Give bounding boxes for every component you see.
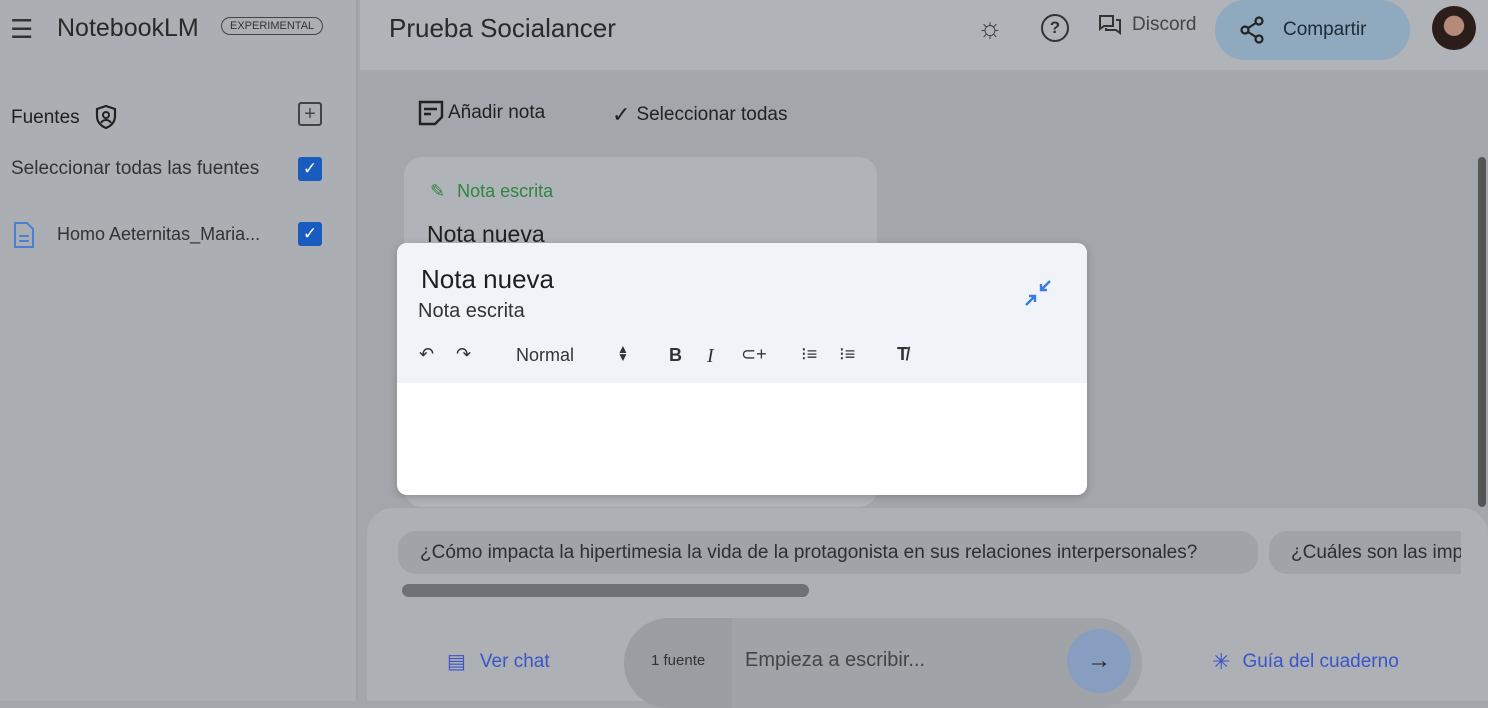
header: Prueba Socialancer ☼ ? Discord Compartir	[360, 0, 1488, 72]
note-editor-modal: Nota nueva Nota escrita ↶ ↷ Normal ▲ ▼ B …	[397, 243, 1087, 495]
share-label: Compartir	[1283, 19, 1367, 40]
chat-input[interactable]: Empieza a escribir...	[745, 649, 925, 672]
chat-icon: ▤	[447, 651, 466, 673]
modal-title[interactable]: Nota nueva	[421, 264, 554, 295]
document-icon	[12, 221, 36, 254]
suggestions-scrollbar[interactable]	[402, 584, 809, 597]
share-icon	[1240, 16, 1264, 44]
share-button[interactable]: Compartir	[1215, 0, 1410, 60]
select-all-sources-label: Seleccionar todas las fuentes	[11, 158, 260, 179]
view-chat-label: Ver chat	[479, 650, 550, 672]
suggestion-chip[interactable]: ¿Cuáles son las imp	[1269, 531, 1461, 574]
modal-subtitle: Nota escrita	[418, 300, 525, 322]
sources-title: Fuentes	[11, 107, 80, 128]
undo-icon[interactable]: ↶	[419, 344, 434, 365]
select-all-notes-label: Seleccionar todas	[636, 104, 788, 125]
numbered-list-icon[interactable]: ⁝≡	[801, 344, 817, 365]
forum-icon	[1099, 15, 1121, 35]
shield-icon	[94, 104, 118, 135]
redo-icon[interactable]: ↷	[456, 344, 471, 365]
note-type: Nota escrita	[457, 181, 554, 201]
bullet-list-icon[interactable]: ⁝≡	[839, 344, 855, 365]
view-chat-button[interactable]: ▤ Ver chat	[447, 649, 550, 674]
select-arrows-icon[interactable]: ▲ ▼	[617, 343, 629, 363]
check-icon: ✓	[612, 102, 631, 127]
source-checkbox[interactable]: ✓	[298, 222, 322, 246]
add-source-button[interactable]: +	[298, 102, 322, 126]
sparkle-icon: ✳	[1212, 649, 1231, 674]
note-add-icon	[418, 100, 444, 126]
discord-button[interactable]: Discord	[1098, 14, 1196, 36]
chat-panel: ¿Cómo impacta la hipertimesia la vida de…	[367, 508, 1488, 708]
link-icon[interactable]: ⊂+	[741, 344, 767, 365]
collapse-icon[interactable]	[1023, 278, 1053, 313]
theme-icon[interactable]: ☼	[972, 10, 1008, 46]
note-body-editor[interactable]	[397, 383, 1087, 495]
app-logo: NotebookLM	[57, 14, 199, 42]
pencil-icon: ✎	[430, 181, 446, 201]
experimental-badge: EXPERIMENTAL	[221, 17, 324, 35]
clear-format-icon[interactable]: T̸	[897, 344, 908, 365]
notebook-guide-label: Guía del cuaderno	[1242, 651, 1399, 672]
source-count[interactable]: 1 fuente	[651, 652, 705, 669]
sidebar: ☰ NotebookLM EXPERIMENTAL Fuentes + Sele…	[0, 0, 358, 701]
bold-icon[interactable]: B	[669, 345, 682, 366]
notebook-guide-button[interactable]: ✳ Guía del cuaderno	[1212, 649, 1399, 675]
select-all-notes-button[interactable]: ✓ Seleccionar todas	[612, 102, 787, 128]
notes-scrollbar[interactable]	[1478, 157, 1486, 507]
notebook-title[interactable]: Prueba Socialancer	[389, 13, 616, 44]
suggestion-chip[interactable]: ¿Cómo impacta la hipertimesia la vida de…	[398, 531, 1258, 574]
add-note-button[interactable]: Añadir nota	[418, 100, 545, 126]
format-select[interactable]: Normal	[516, 345, 574, 366]
menu-icon[interactable]: ☰	[10, 14, 33, 45]
source-item[interactable]: Homo Aeternitas_Maria...	[57, 224, 260, 245]
add-note-label: Añadir nota	[448, 102, 546, 123]
italic-icon[interactable]: I	[707, 345, 714, 368]
chat-input-box: 1 fuente Empieza a escribir... →	[624, 618, 1142, 708]
select-all-sources-checkbox[interactable]: ✓	[298, 157, 322, 181]
help-icon[interactable]: ?	[1041, 14, 1069, 42]
send-button[interactable]: →	[1067, 629, 1131, 693]
discord-label: Discord	[1132, 14, 1197, 35]
avatar[interactable]	[1432, 6, 1476, 50]
